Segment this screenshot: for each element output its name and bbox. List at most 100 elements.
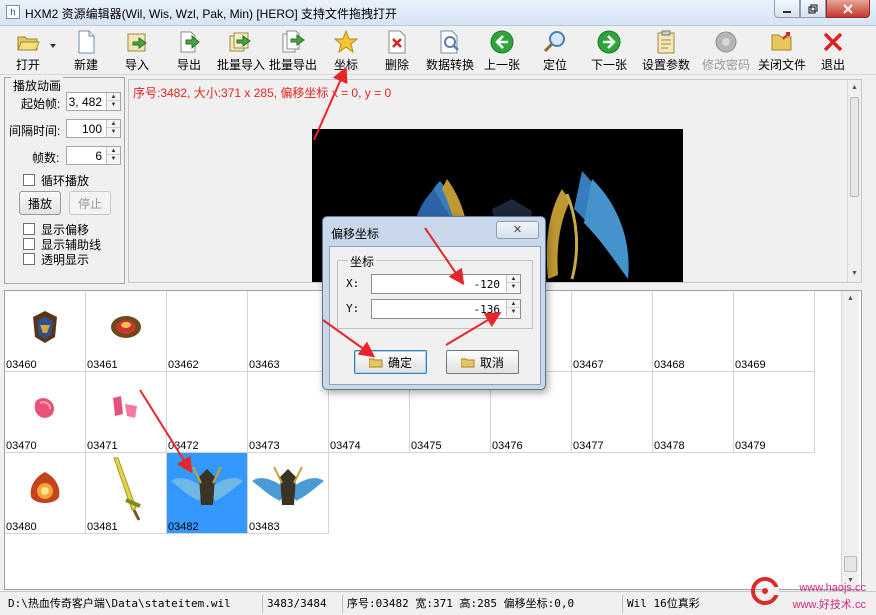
scroll-down-icon[interactable]: ▼ <box>848 266 861 282</box>
toolbar-locate-button[interactable]: 定位 <box>540 27 570 73</box>
toolbar-new-label: 新建 <box>73 58 98 72</box>
toolbar-export-button[interactable]: 导出 <box>173 27 205 73</box>
thumbnail-cell[interactable]: 03471 <box>86 372 167 453</box>
settings-icon <box>653 30 679 54</box>
interval-stepper[interactable]: 100 ▲ ▼ <box>66 119 121 138</box>
loop-checkbox-box[interactable] <box>23 174 35 186</box>
thumbnail-cell[interactable]: 03480 <box>5 453 86 534</box>
scrollbar-thumb[interactable] <box>844 556 857 572</box>
export-icon <box>176 30 202 54</box>
y-spinner[interactable]: ▲ ▼ <box>506 300 520 317</box>
frames-stepper[interactable]: 6 ▲ ▼ <box>66 146 121 165</box>
restore-button[interactable] <box>800 0 826 18</box>
chevron-down-icon[interactable] <box>50 44 56 48</box>
x-field[interactable]: -120 ▲ ▼ <box>371 274 521 294</box>
ok-button[interactable]: 确定 <box>354 350 427 374</box>
thumbnail-label: 03480 <box>6 521 37 533</box>
start-frame-stepper[interactable]: 3, 482 ▲ ▼ <box>66 92 121 111</box>
toolbar-import-button[interactable]: 导入 <box>121 27 153 73</box>
thumbnail-cell[interactable]: 03479 <box>734 372 815 453</box>
cancel-button[interactable]: 取消 <box>446 350 519 374</box>
folder-icon <box>460 358 475 367</box>
toolbar-password-button[interactable]: 修改密码 <box>700 27 752 73</box>
transparent-checkbox[interactable]: 透明显示 <box>23 251 89 267</box>
start-frame-spinner[interactable]: ▲ ▼ <box>106 93 120 110</box>
toolbar-coordinate-button[interactable]: 坐标 <box>330 27 362 73</box>
status-image-info: 序号:03482 宽:371 高:285 偏移坐标:0,0 <box>342 595 622 613</box>
start-frame-value: 3, 482 <box>68 95 102 109</box>
blue-wings-thumbnail <box>252 466 324 505</box>
locate-icon <box>542 30 568 54</box>
thumbnail-cell[interactable]: 03462 <box>167 291 248 372</box>
thumbnail-cell[interactable]: 03472 <box>167 372 248 453</box>
x-label: X: <box>346 277 360 290</box>
thumbnail-cell[interactable]: 03473 <box>248 372 329 453</box>
spin-down-icon[interactable]: ▼ <box>507 283 520 291</box>
scroll-up-icon[interactable]: ▲ <box>848 80 861 96</box>
transparent-checkbox-box[interactable] <box>23 253 35 265</box>
spin-up-icon[interactable]: ▲ <box>107 147 120 155</box>
x-spinner[interactable]: ▲ ▼ <box>506 275 520 292</box>
toolbar-close-file-button[interactable]: 关闭文件 <box>756 27 808 73</box>
toolbar-open-button[interactable]: 打开 <box>6 27 56 73</box>
toolbar-delete-button[interactable]: 删除 <box>381 27 413 73</box>
thumbnail-cell[interactable]: 03469 <box>734 291 815 372</box>
frames-spinner[interactable]: ▲ ▼ <box>106 147 120 164</box>
thumbnail-cell[interactable]: 03460 <box>5 291 86 372</box>
thumbnail-label: 03478 <box>654 440 685 452</box>
preview-vertical-scrollbar[interactable]: ▲ ▼ <box>847 80 861 282</box>
spin-down-icon[interactable]: ▼ <box>107 155 120 163</box>
show-offset-checkbox-box[interactable] <box>23 223 35 235</box>
scrollbar-thumb[interactable] <box>850 97 859 197</box>
folder-icon <box>368 358 383 367</box>
minimize-button[interactable] <box>774 0 800 18</box>
grid-vertical-scrollbar[interactable]: ▲ ▼ <box>841 291 859 589</box>
toolbar-batch-import-label: 批量导入 <box>216 58 265 72</box>
loop-label: 循环播放 <box>41 173 90 188</box>
toolbar-exit-button[interactable]: 退出 <box>818 27 848 73</box>
spin-down-icon[interactable]: ▼ <box>107 128 120 136</box>
y-field[interactable]: -136 ▲ ▼ <box>371 299 521 319</box>
thumbnail-label: 03479 <box>735 440 766 452</box>
thumbnail-cell[interactable]: 03468 <box>653 291 734 372</box>
thumbnail-cell[interactable]: 03483 <box>248 453 329 534</box>
loop-checkbox[interactable]: 循环播放 <box>23 172 89 188</box>
show-guides-checkbox-box[interactable] <box>23 238 35 250</box>
scroll-up-icon[interactable]: ▲ <box>842 291 859 307</box>
spin-up-icon[interactable]: ▲ <box>107 120 120 128</box>
dialog-close-button[interactable]: ✕ <box>496 221 539 239</box>
dialog-title: 偏移坐标 <box>331 227 380 241</box>
spin-up-icon[interactable]: ▲ <box>107 93 120 101</box>
toolbar-convert-button[interactable]: 数据转换 <box>424 27 476 73</box>
spin-up-icon[interactable]: ▲ <box>507 275 520 283</box>
minimize-icon <box>783 10 791 13</box>
play-button[interactable]: 播放 <box>19 191 61 215</box>
offset-coordinate-dialog: 偏移坐标 ✕ 坐标 X: -120 ▲ ▼ Y: -136 ▲ ▼ 确定 取消 <box>322 216 546 390</box>
thumbnail-cell[interactable]: 03461 <box>86 291 167 372</box>
close-button[interactable] <box>826 0 870 18</box>
thumbnail-cell[interactable]: 03477 <box>572 372 653 453</box>
spin-up-icon[interactable]: ▲ <box>507 300 520 308</box>
toolbar-next-button[interactable]: 下一张 <box>590 27 628 73</box>
toolbar-batch-import-button[interactable]: 批量导入 <box>216 27 266 73</box>
interval-spinner[interactable]: ▲ ▼ <box>106 120 120 137</box>
spin-down-icon[interactable]: ▼ <box>107 101 120 109</box>
start-frame-row: 起始帧: 3, 482 ▲ ▼ <box>5 92 126 112</box>
spin-down-icon[interactable]: ▼ <box>507 308 520 316</box>
toolbar-settings-button[interactable]: 设置参数 <box>641 27 691 73</box>
thumbnail-cell[interactable]: 03481 <box>86 453 167 534</box>
thumbnail-label: 03476 <box>492 440 523 452</box>
title-bar[interactable]: h HXM2 资源编辑器(Wil, Wis, Wzl, Pak, Min) [H… <box>0 0 876 26</box>
toolbar-prev-label: 上一张 <box>483 58 520 72</box>
toolbar-settings-label: 设置参数 <box>641 58 690 72</box>
thumbnail-cell[interactable]: 03463 <box>248 291 329 372</box>
thumbnail-cell[interactable]: 03478 <box>653 372 734 453</box>
toolbar-prev-button[interactable]: 上一张 <box>483 27 521 73</box>
thumbnail-cell[interactable]: 03470 <box>5 372 86 453</box>
stop-button[interactable]: 停止 <box>69 191 111 215</box>
thumbnail-cell[interactable]: 03467 <box>572 291 653 372</box>
toolbar-new-button[interactable]: 新建 <box>70 27 102 73</box>
toolbar-batch-export-button[interactable]: 批量导出 <box>268 27 318 73</box>
thumbnail-cell-selected[interactable]: 03482 <box>167 453 248 534</box>
thumbnail-label: 03475 <box>411 440 442 452</box>
